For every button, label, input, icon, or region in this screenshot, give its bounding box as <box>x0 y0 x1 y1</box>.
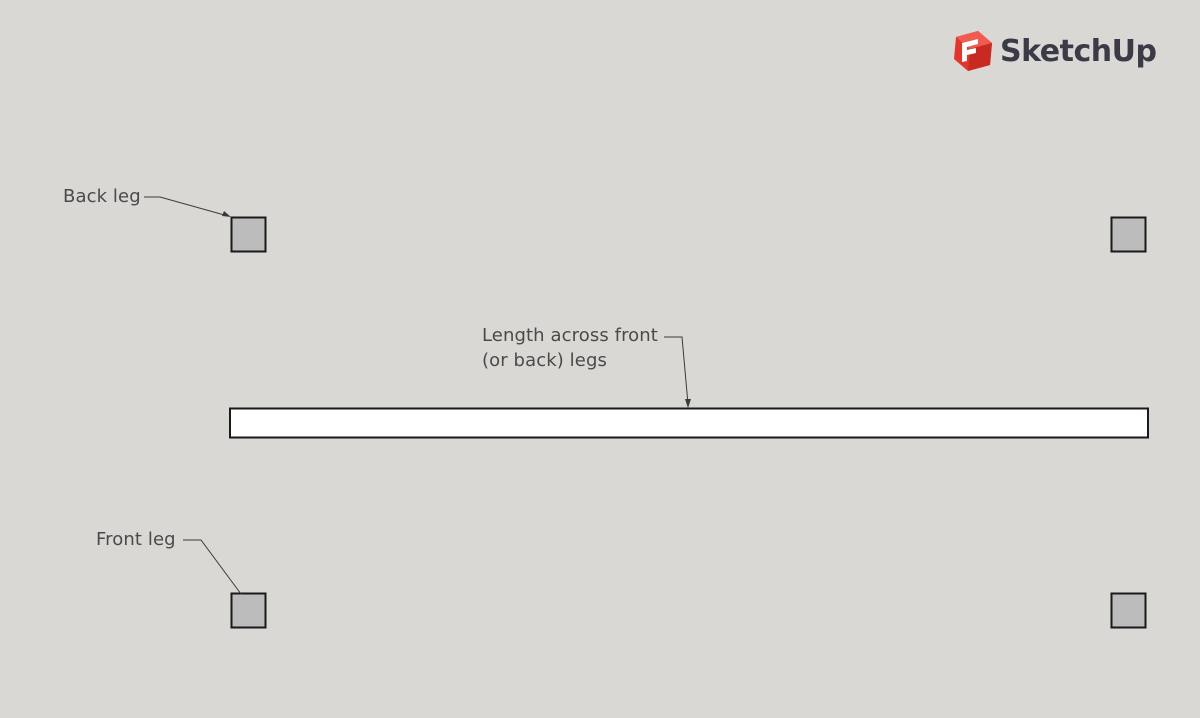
rail-leader <box>664 336 689 405</box>
back-leg-label: Back leg <box>63 186 141 207</box>
sketchup-logo-icon <box>954 31 992 71</box>
front-rail <box>229 407 1149 439</box>
sketchup-logo: SketchUp <box>952 28 1157 74</box>
back-leg-leader <box>144 196 229 217</box>
back-right-leg <box>1110 216 1147 253</box>
front-right-leg <box>1110 592 1147 629</box>
rail-arrowhead <box>685 399 691 408</box>
front-left-leg <box>230 592 267 629</box>
back-left-leg <box>230 216 267 253</box>
back-leg-arrowhead <box>222 211 231 217</box>
rail-length-label-line1: Length across front <box>482 325 658 346</box>
sketchup-wordmark: SketchUp <box>1000 33 1157 69</box>
front-leg-label: Front leg <box>96 529 176 550</box>
rail-length-label-line2: (or back) legs <box>482 350 607 371</box>
front-leg-leader <box>183 539 242 595</box>
